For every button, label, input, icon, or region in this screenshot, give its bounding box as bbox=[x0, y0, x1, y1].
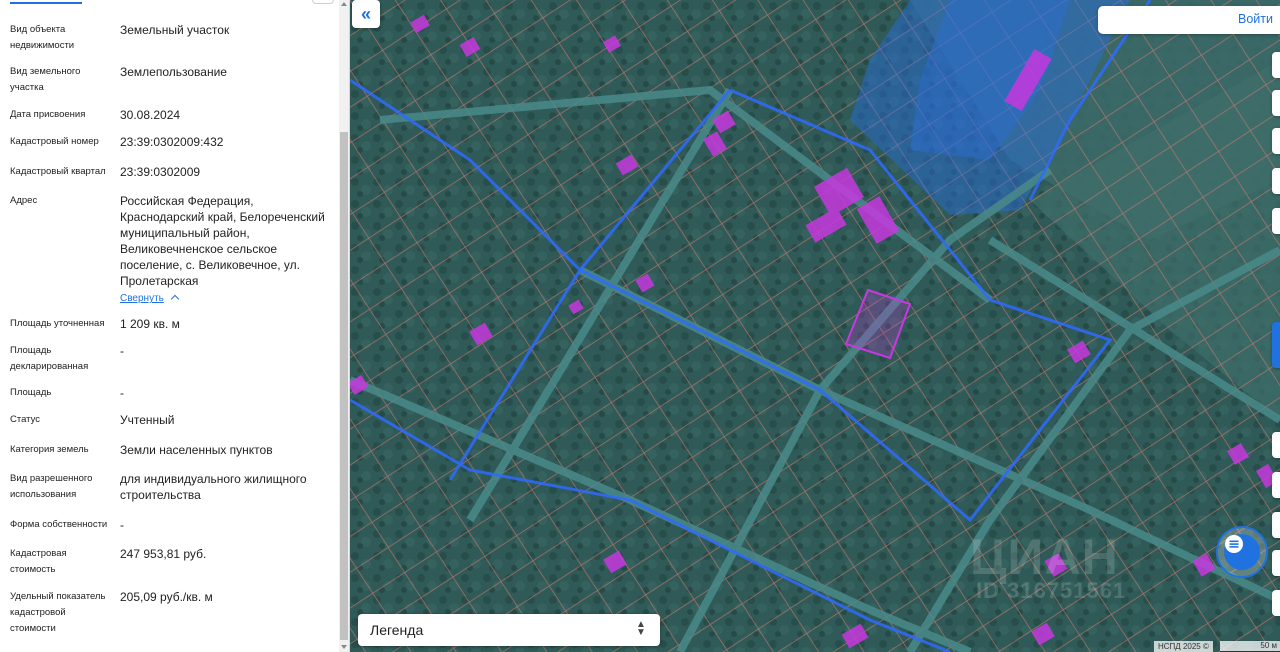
map-tool-button[interactable] bbox=[1272, 590, 1280, 616]
collapse-link[interactable]: Свернуть bbox=[120, 293, 164, 304]
property-label: Адрес bbox=[10, 195, 38, 206]
property-value: для индивидуального жилищного строительс… bbox=[120, 472, 307, 502]
property-value: Учтенный bbox=[120, 413, 175, 427]
map-tool-button[interactable] bbox=[1272, 208, 1280, 234]
zoom-in-button[interactable] bbox=[1272, 432, 1280, 458]
property-label: Категория земель bbox=[10, 444, 89, 455]
property-value: 1 209 кв. м bbox=[120, 317, 180, 331]
property-value[interactable]: 23:39:0302009 bbox=[120, 164, 332, 180]
chat-button[interactable] bbox=[1216, 526, 1268, 578]
map-scale-bar: 50 м bbox=[1220, 641, 1280, 652]
property-value: Земельный участок bbox=[120, 23, 230, 37]
property-label: Площадь уточненная bbox=[10, 318, 105, 329]
property-label: Дата присвоения bbox=[10, 109, 86, 120]
panel-tab-button[interactable] bbox=[312, 0, 334, 4]
property-value: Землепользование bbox=[120, 65, 227, 79]
property-label: Площадь декларированная bbox=[10, 345, 89, 372]
map-tool-button[interactable] bbox=[1272, 550, 1280, 576]
watermark-id: ID 316751561 bbox=[976, 578, 1127, 603]
property-label: Кадастровый номер bbox=[10, 136, 99, 147]
property-label: Кадастровый квартал bbox=[10, 166, 106, 177]
login-button[interactable]: Войти → bbox=[1098, 6, 1280, 34]
legend-label[interactable]: Легенда bbox=[370, 622, 423, 638]
property-value[interactable]: 23:39:0302009:432 bbox=[120, 134, 332, 150]
property-value: 30.08.2024 bbox=[120, 108, 181, 122]
map-tool-button[interactable] bbox=[1272, 168, 1280, 194]
collapse-panel-button[interactable]: « bbox=[352, 0, 380, 28]
login-label[interactable]: Войти bbox=[1238, 12, 1273, 26]
scroll-up-arrow-icon[interactable] bbox=[341, 2, 347, 6]
chat-bubble-icon[interactable] bbox=[1224, 534, 1260, 570]
property-label: Статус bbox=[10, 414, 41, 425]
property-value: - bbox=[120, 386, 124, 400]
map-tool-button[interactable] bbox=[1272, 128, 1280, 154]
property-label: Кадастровая стоимость bbox=[10, 548, 67, 575]
tab-active-indicator[interactable] bbox=[10, 2, 82, 4]
property-label: Площадь bbox=[10, 387, 52, 398]
object-info-panel: Вид объекта недвижимости Земельный участ… bbox=[0, 0, 350, 652]
property-value: 205,09 руб./кв. м bbox=[120, 590, 213, 604]
map-copyright: НСПД 2025 © bbox=[1154, 641, 1213, 652]
sort-chevrons-icon[interactable]: ▲ ▼ bbox=[636, 620, 646, 638]
cadastral-map[interactable]: « Войти → ЦИАН ID 316751561 Легенда ▲▼ Н… bbox=[350, 0, 1280, 652]
property-value: 247 953,81 руб. bbox=[120, 547, 207, 561]
property-label: Вид земельного участка bbox=[10, 66, 81, 93]
legend-select[interactable]: Легенда ▲ ▼ bbox=[358, 614, 660, 646]
chevron-up-icon[interactable] bbox=[170, 294, 180, 304]
property-label: Вид объекта недвижимости bbox=[10, 24, 75, 51]
map-tool-button[interactable] bbox=[1272, 52, 1280, 78]
collapse-address-button[interactable]: Свернуть bbox=[120, 289, 332, 307]
map-tool-button[interactable] bbox=[1272, 512, 1280, 538]
property-value: - bbox=[120, 518, 124, 532]
map-canvas[interactable] bbox=[350, 0, 1280, 652]
property-label: Удельный показатель кадастровой стоимост… bbox=[10, 591, 106, 634]
panel-scrollbar-thumb[interactable] bbox=[340, 132, 348, 640]
property-label: Вид разрешенного использования bbox=[10, 473, 93, 500]
double-chevron-left-icon[interactable]: « bbox=[361, 4, 371, 25]
map-tool-button[interactable] bbox=[1272, 90, 1280, 116]
zoom-out-button[interactable] bbox=[1272, 472, 1280, 498]
property-value: - bbox=[120, 344, 124, 358]
panel-tabs bbox=[0, 0, 340, 6]
map-layer-button[interactable] bbox=[1272, 322, 1280, 368]
property-label: Форма собственности bbox=[10, 519, 108, 530]
scroll-down-arrow-icon[interactable] bbox=[341, 645, 347, 649]
property-value: Российская Федерация, Краснодарский край… bbox=[120, 194, 325, 288]
property-value: Земли населенных пунктов bbox=[120, 443, 273, 457]
